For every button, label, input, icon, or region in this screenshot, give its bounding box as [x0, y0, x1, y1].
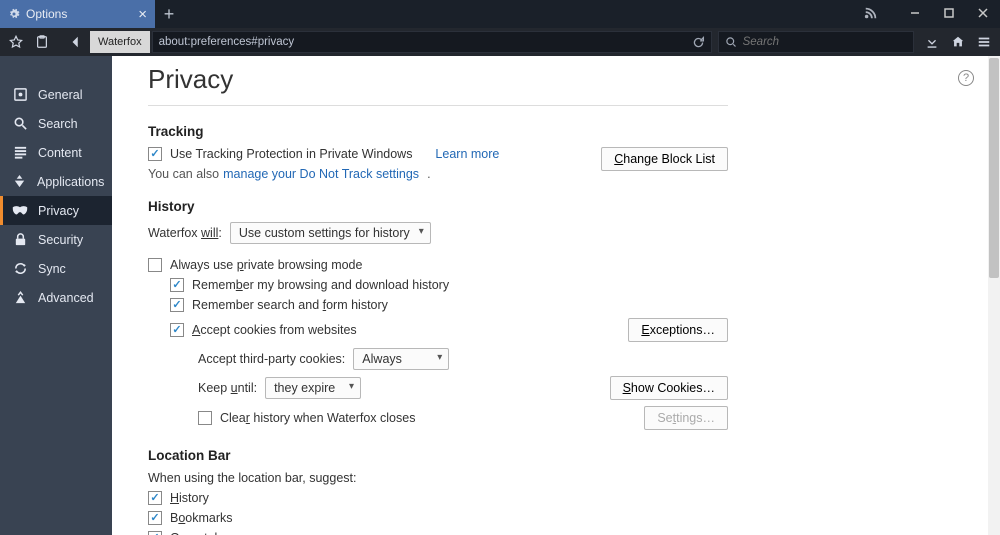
lock-icon — [12, 232, 28, 248]
sidebar-item-security[interactable]: Security — [0, 225, 112, 254]
tab-title: Options — [26, 7, 67, 21]
show-cookies-button[interactable]: Show Cookies… — [610, 376, 728, 400]
sidebar-item-label: Sync — [38, 262, 66, 276]
suggest-bookmarks-label[interactable]: Bookmarks — [170, 511, 233, 525]
tracking-protection-checkbox[interactable] — [148, 147, 162, 161]
content-icon — [12, 145, 28, 161]
browser-tab[interactable]: Options × — [0, 0, 155, 28]
dnt-text-prefix: You can also — [148, 167, 219, 181]
accept-cookies-label[interactable]: Accept cookies from websites — [192, 323, 357, 337]
rss-icon[interactable] — [854, 0, 888, 26]
history-heading: History — [148, 199, 728, 214]
sidebar-item-label: General — [38, 88, 82, 102]
sidebar-item-label: Search — [38, 117, 78, 131]
remember-browsing-label[interactable]: Remember my browsing and download histor… — [192, 278, 449, 292]
search-input[interactable] — [743, 36, 907, 48]
accept-cookies-checkbox[interactable] — [170, 323, 184, 337]
advanced-icon — [12, 290, 28, 306]
clear-on-close-label[interactable]: Clear history when Waterfox closes — [220, 411, 415, 425]
history-mode-label: Waterfox will: — [148, 226, 222, 240]
scrollbar[interactable] — [988, 56, 1000, 535]
third-party-label: Accept third-party cookies: — [198, 352, 345, 366]
settings-button: Settings… — [644, 406, 728, 430]
change-block-list-button[interactable]: Change Block List — [601, 147, 728, 171]
sidebar-item-label: Applications — [37, 175, 104, 189]
downloads-icon[interactable] — [920, 30, 944, 54]
remember-search-checkbox[interactable] — [170, 298, 184, 312]
search-icon — [725, 36, 737, 48]
sidebar: General Search Content Applications Priv… — [0, 56, 112, 535]
sidebar-item-content[interactable]: Content — [0, 138, 112, 167]
remember-browsing-checkbox[interactable] — [170, 278, 184, 292]
sync-icon — [12, 261, 28, 277]
sidebar-item-privacy[interactable]: Privacy — [0, 196, 112, 225]
sidebar-item-sync[interactable]: Sync — [0, 254, 112, 283]
always-private-label[interactable]: Always use private browsing mode — [170, 258, 362, 272]
tracking-heading: Tracking — [148, 124, 728, 139]
locationbar-intro: When using the location bar, suggest: — [148, 471, 356, 485]
search-nav-icon — [12, 116, 28, 132]
keep-until-select[interactable]: they expire — [265, 377, 361, 399]
suggest-opentabs-label[interactable]: Open tabs — [170, 531, 228, 535]
suggest-history-label[interactable]: History — [170, 491, 209, 505]
url-text: about:preferences#privacy — [159, 36, 295, 48]
gear-icon — [8, 8, 20, 20]
sidebar-item-search[interactable]: Search — [0, 109, 112, 138]
menu-icon[interactable] — [972, 30, 996, 54]
url-bar[interactable]: about:preferences#privacy — [152, 31, 712, 53]
sidebar-item-applications[interactable]: Applications — [0, 167, 112, 196]
sidebar-item-label: Security — [38, 233, 83, 247]
sidebar-item-label: Advanced — [38, 291, 94, 305]
clipboard-icon[interactable] — [30, 30, 54, 54]
history-mode-select[interactable]: Use custom settings for history — [230, 222, 431, 244]
scrollbar-thumb[interactable] — [989, 58, 999, 278]
sidebar-item-general[interactable]: General — [0, 80, 112, 109]
new-tab-button[interactable]: + — [155, 0, 183, 28]
exceptions-button[interactable]: Exceptions… — [628, 318, 728, 342]
page-title: Privacy — [148, 56, 728, 106]
close-window-button[interactable] — [966, 0, 1000, 26]
suggest-bookmarks-checkbox[interactable] — [148, 511, 162, 525]
clear-on-close-checkbox[interactable] — [198, 411, 212, 425]
applications-icon — [12, 174, 27, 190]
home-icon[interactable] — [946, 30, 970, 54]
search-box[interactable] — [718, 31, 914, 53]
suggest-history-checkbox[interactable] — [148, 491, 162, 505]
reload-icon[interactable] — [681, 36, 705, 49]
keep-until-label: Keep until: — [198, 381, 257, 395]
back-button[interactable] — [64, 30, 88, 54]
sidebar-item-label: Content — [38, 146, 82, 160]
maximize-button[interactable] — [932, 0, 966, 26]
always-private-checkbox[interactable] — [148, 258, 162, 272]
dnt-link[interactable]: manage your Do Not Track settings — [223, 167, 419, 181]
minimize-button[interactable] — [898, 0, 932, 26]
tracking-protection-label[interactable]: Use Tracking Protection in Private Windo… — [170, 147, 412, 161]
learn-more-link[interactable]: Learn more — [435, 147, 499, 161]
suggest-opentabs-checkbox[interactable] — [148, 531, 162, 535]
sidebar-item-label: Privacy — [38, 204, 79, 218]
bookmark-star-icon[interactable] — [4, 30, 28, 54]
locationbar-heading: Location Bar — [148, 448, 728, 463]
privacy-icon — [12, 203, 28, 219]
close-tab-icon[interactable]: × — [138, 7, 147, 22]
url-identity[interactable]: Waterfox — [90, 31, 150, 53]
remember-search-label[interactable]: Remember search and form history — [192, 298, 388, 312]
general-icon — [12, 87, 28, 103]
third-party-select[interactable]: Always — [353, 348, 449, 370]
sidebar-item-advanced[interactable]: Advanced — [0, 283, 112, 312]
